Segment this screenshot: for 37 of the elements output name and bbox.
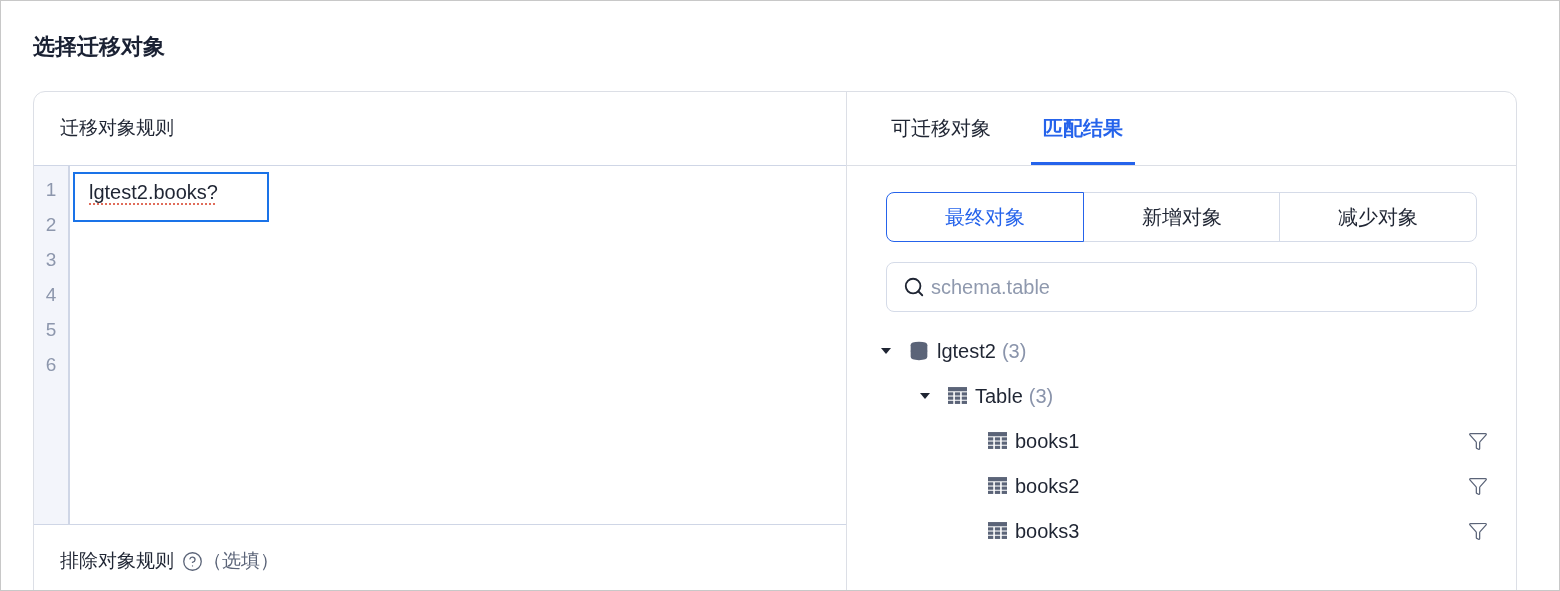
tree-item[interactable]: books3 <box>1015 515 1080 546</box>
code-editor[interactable]: 1 2 3 4 5 6 lgtest2.books? <box>34 166 846 525</box>
search-field[interactable]: schema.table <box>886 262 1477 312</box>
line-number: 3 <box>45 248 57 272</box>
filter-icon[interactable] <box>1468 475 1488 496</box>
line-number: 6 <box>45 353 57 377</box>
table-icon <box>988 477 1007 494</box>
item-count: (3) <box>1028 383 1054 409</box>
exclude-label: 排除对象规则 <box>60 549 174 573</box>
line-number: 4 <box>45 283 57 307</box>
caret-icon[interactable] <box>920 392 930 399</box>
search-input[interactable]: schema.table <box>931 272 1460 302</box>
optional-hint: （选填） <box>203 549 279 573</box>
database-icon <box>909 340 929 361</box>
search-icon <box>903 276 925 298</box>
filter-icon[interactable] <box>1468 520 1488 541</box>
tree-item[interactable]: lgtest2 <box>937 335 996 366</box>
segment-button[interactable]: 新增对象 <box>1082 192 1281 242</box>
help-icon[interactable] <box>182 550 203 572</box>
tab[interactable]: 可迁移对象 <box>891 93 991 165</box>
table-icon <box>988 432 1007 449</box>
item-count: (3) <box>1001 338 1027 364</box>
tree-item[interactable]: books2 <box>1015 470 1080 501</box>
caret-icon[interactable] <box>881 347 891 354</box>
table-icon <box>988 522 1007 539</box>
tree-item[interactable]: Table <box>975 380 1023 411</box>
tree-item[interactable]: books1 <box>1015 425 1080 456</box>
line-number: 2 <box>45 213 57 237</box>
panel-title: 迁移对象规则 <box>60 116 174 141</box>
tab[interactable]: 匹配结果 <box>1031 93 1135 165</box>
segment-button[interactable]: 最终对象 <box>886 192 1084 242</box>
table-icon <box>948 387 967 404</box>
segment-button[interactable]: 减少对象 <box>1279 192 1477 242</box>
line-number: 5 <box>45 318 57 342</box>
filter-icon[interactable] <box>1468 430 1488 451</box>
page-title: 选择迁移对象 <box>33 33 166 61</box>
line-number: 1 <box>45 178 57 202</box>
